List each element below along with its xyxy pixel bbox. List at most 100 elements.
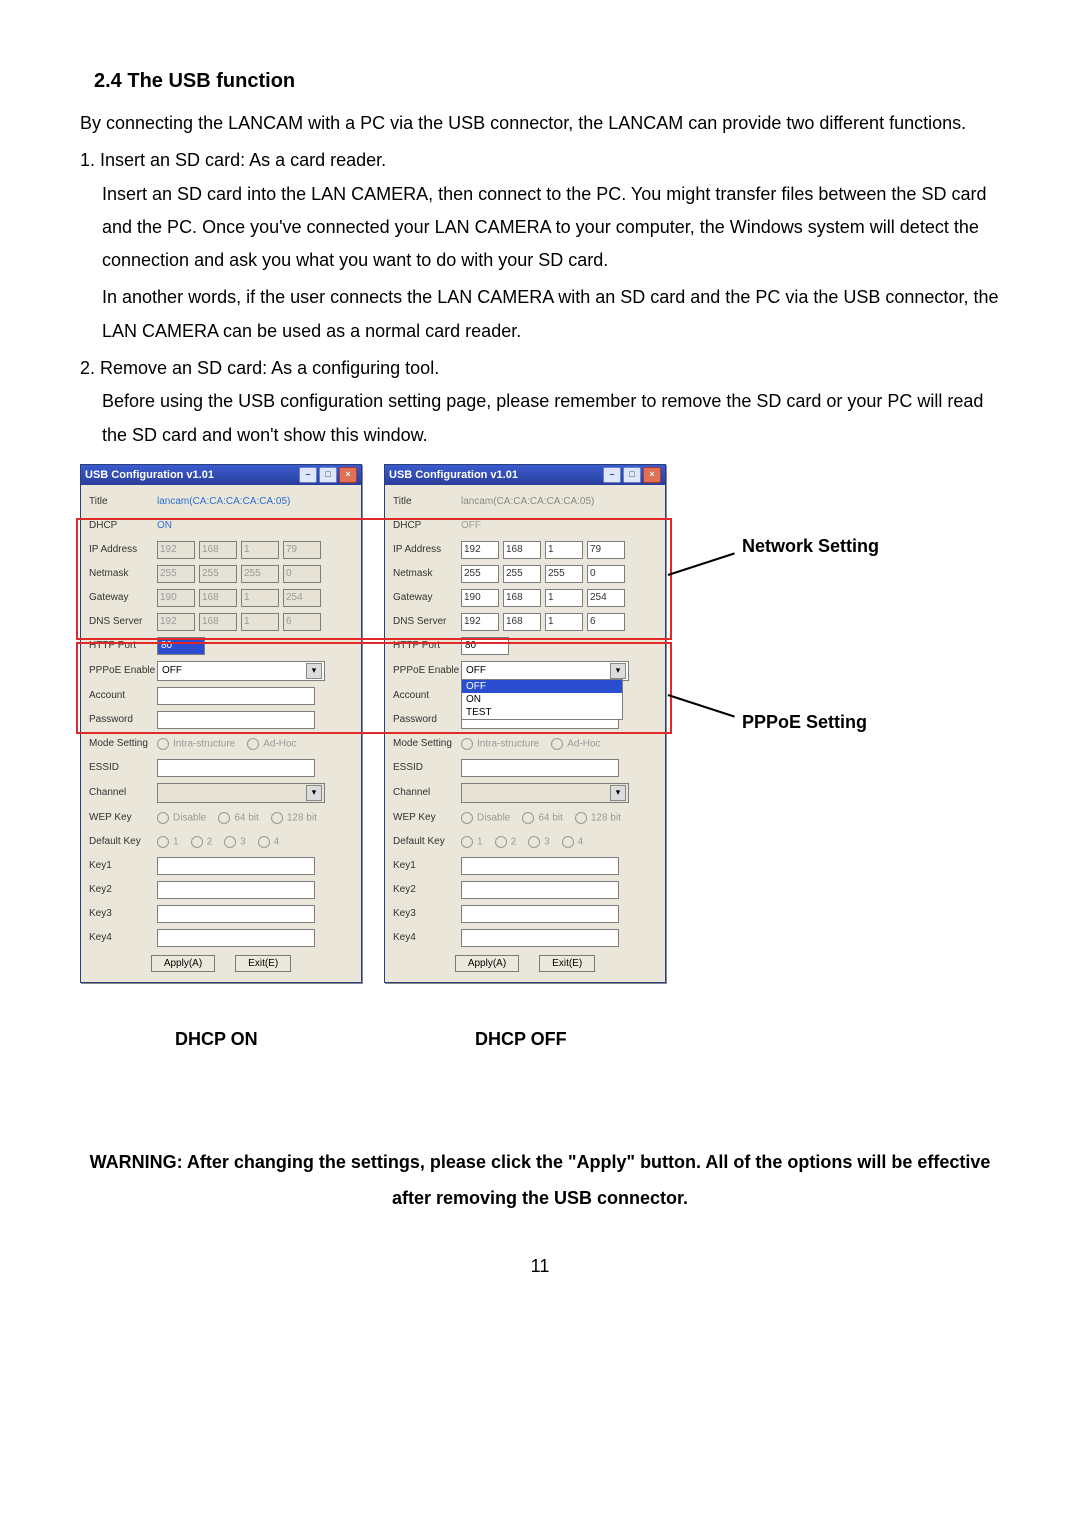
gw-octet-3: [241, 589, 279, 607]
mask-octet-4[interactable]: [587, 565, 625, 583]
radio-key2[interactable]: 2: [191, 836, 213, 848]
label-channel: Channel: [89, 787, 157, 798]
radio-key1[interactable]: 1: [461, 836, 483, 848]
ip-octet-4[interactable]: [587, 541, 625, 559]
radio-wep-128[interactable]: 128 bit: [575, 812, 621, 824]
chevron-down-icon[interactable]: ▾: [610, 663, 626, 679]
gw-octet-1[interactable]: [461, 589, 499, 607]
label-mode: Mode Setting: [393, 738, 461, 749]
mask-octet-4: [283, 565, 321, 583]
radio-wep-128[interactable]: 128 bit: [271, 812, 317, 824]
pppoe-option-on[interactable]: ON: [462, 693, 622, 706]
label-http: HTTP Port: [89, 640, 157, 651]
ip-octet-1[interactable]: [461, 541, 499, 559]
list-item-1-p2: In another words, if the user connects t…: [102, 281, 1000, 348]
radio-wep-64[interactable]: 64 bit: [218, 812, 258, 824]
mask-octet-1[interactable]: [461, 565, 499, 583]
apply-button[interactable]: Apply(A): [151, 955, 215, 972]
dns-octet-3[interactable]: [545, 613, 583, 631]
mask-octet-3[interactable]: [545, 565, 583, 583]
dhcp-value-on: ON: [157, 520, 172, 531]
account-input[interactable]: [157, 687, 315, 705]
gw-octet-2[interactable]: [503, 589, 541, 607]
radio-wep-64[interactable]: 64 bit: [522, 812, 562, 824]
key4-input[interactable]: [461, 929, 619, 947]
label-key3: Key3: [89, 908, 157, 919]
pppoe-select[interactable]: OFF ▾: [157, 661, 325, 681]
label-key2: Key2: [89, 884, 157, 895]
ip-octet-3[interactable]: [545, 541, 583, 559]
key2-input[interactable]: [157, 881, 315, 899]
gw-octet-3[interactable]: [545, 589, 583, 607]
list-item-1-p1: Insert an SD card into the LAN CAMERA, t…: [102, 178, 1000, 278]
pppoe-select[interactable]: OFF ▾: [461, 661, 629, 681]
channel-select[interactable]: ▾: [461, 783, 629, 803]
radio-adhoc[interactable]: Ad-Hoc: [551, 738, 600, 750]
maximize-icon[interactable]: □: [319, 467, 337, 483]
key2-input[interactable]: [461, 881, 619, 899]
key1-input[interactable]: [157, 857, 315, 875]
http-port-input[interactable]: [157, 637, 205, 655]
pppoe-dropdown[interactable]: OFF ON TEST: [461, 679, 623, 720]
title-value: lancam(CA:CA:CA:CA:CA:05): [461, 496, 594, 507]
label-dns: DNS Server: [393, 616, 461, 627]
close-icon[interactable]: ×: [643, 467, 661, 483]
radio-key3[interactable]: 3: [224, 836, 246, 848]
gw-octet-2: [199, 589, 237, 607]
radio-key1[interactable]: 1: [157, 836, 179, 848]
pppoe-option-off[interactable]: OFF: [462, 680, 622, 693]
radio-key3[interactable]: 3: [528, 836, 550, 848]
radio-wep-disable[interactable]: Disable: [461, 812, 510, 824]
exit-button[interactable]: Exit(E): [235, 955, 291, 972]
apply-button[interactable]: Apply(A): [455, 955, 519, 972]
window-titlebar[interactable]: USB Configuration v1.01 – □ ×: [81, 465, 361, 485]
radio-wep-disable[interactable]: Disable: [157, 812, 206, 824]
http-port-input[interactable]: [461, 637, 509, 655]
essid-input[interactable]: [461, 759, 619, 777]
intro-paragraph: By connecting the LANCAM with a PC via t…: [80, 107, 1000, 140]
key3-input[interactable]: [157, 905, 315, 923]
radio-adhoc[interactable]: Ad-Hoc: [247, 738, 296, 750]
chevron-down-icon[interactable]: ▾: [306, 663, 322, 679]
chevron-down-icon[interactable]: ▾: [610, 785, 626, 801]
dhcp-value-off: OFF: [461, 520, 481, 531]
dns-octet-4: [283, 613, 321, 631]
key1-input[interactable]: [461, 857, 619, 875]
label-netmask: Netmask: [393, 568, 461, 579]
radio-infra[interactable]: Intra-structure: [461, 738, 539, 750]
exit-button[interactable]: Exit(E): [539, 955, 595, 972]
gw-octet-4: [283, 589, 321, 607]
label-defkey: Default Key: [89, 836, 157, 847]
key3-input[interactable]: [461, 905, 619, 923]
maximize-icon[interactable]: □: [623, 467, 641, 483]
label-http: HTTP Port: [393, 640, 461, 651]
radio-infra[interactable]: Intra-structure: [157, 738, 235, 750]
warning-text: WARNING: After changing the settings, pl…: [80, 1144, 1000, 1216]
minimize-icon[interactable]: –: [603, 467, 621, 483]
section-heading: 2.4 The USB function: [94, 70, 1000, 93]
key4-input[interactable]: [157, 929, 315, 947]
dns-octet-2[interactable]: [503, 613, 541, 631]
essid-input[interactable]: [157, 759, 315, 777]
channel-select[interactable]: ▾: [157, 783, 325, 803]
gw-octet-4[interactable]: [587, 589, 625, 607]
radio-key4[interactable]: 4: [258, 836, 280, 848]
minimize-icon[interactable]: –: [299, 467, 317, 483]
mask-octet-2[interactable]: [503, 565, 541, 583]
label-ip: IP Address: [89, 544, 157, 555]
pppoe-select-value: OFF: [466, 665, 486, 676]
dns-octet-4[interactable]: [587, 613, 625, 631]
close-icon[interactable]: ×: [339, 467, 357, 483]
mask-octet-3: [241, 565, 279, 583]
radio-key2[interactable]: 2: [495, 836, 517, 848]
dns-octet-1: [157, 613, 195, 631]
ip-octet-2[interactable]: [503, 541, 541, 559]
chevron-down-icon[interactable]: ▾: [306, 785, 322, 801]
pppoe-option-test[interactable]: TEST: [462, 706, 622, 719]
window-title-text: USB Configuration v1.01: [85, 469, 214, 481]
window-titlebar[interactable]: USB Configuration v1.01 – □ ×: [385, 465, 665, 485]
password-input[interactable]: [157, 711, 315, 729]
radio-key4[interactable]: 4: [562, 836, 584, 848]
dns-octet-1[interactable]: [461, 613, 499, 631]
list-item-2-lead: 2. Remove an SD card: As a configuring t…: [80, 352, 1000, 385]
